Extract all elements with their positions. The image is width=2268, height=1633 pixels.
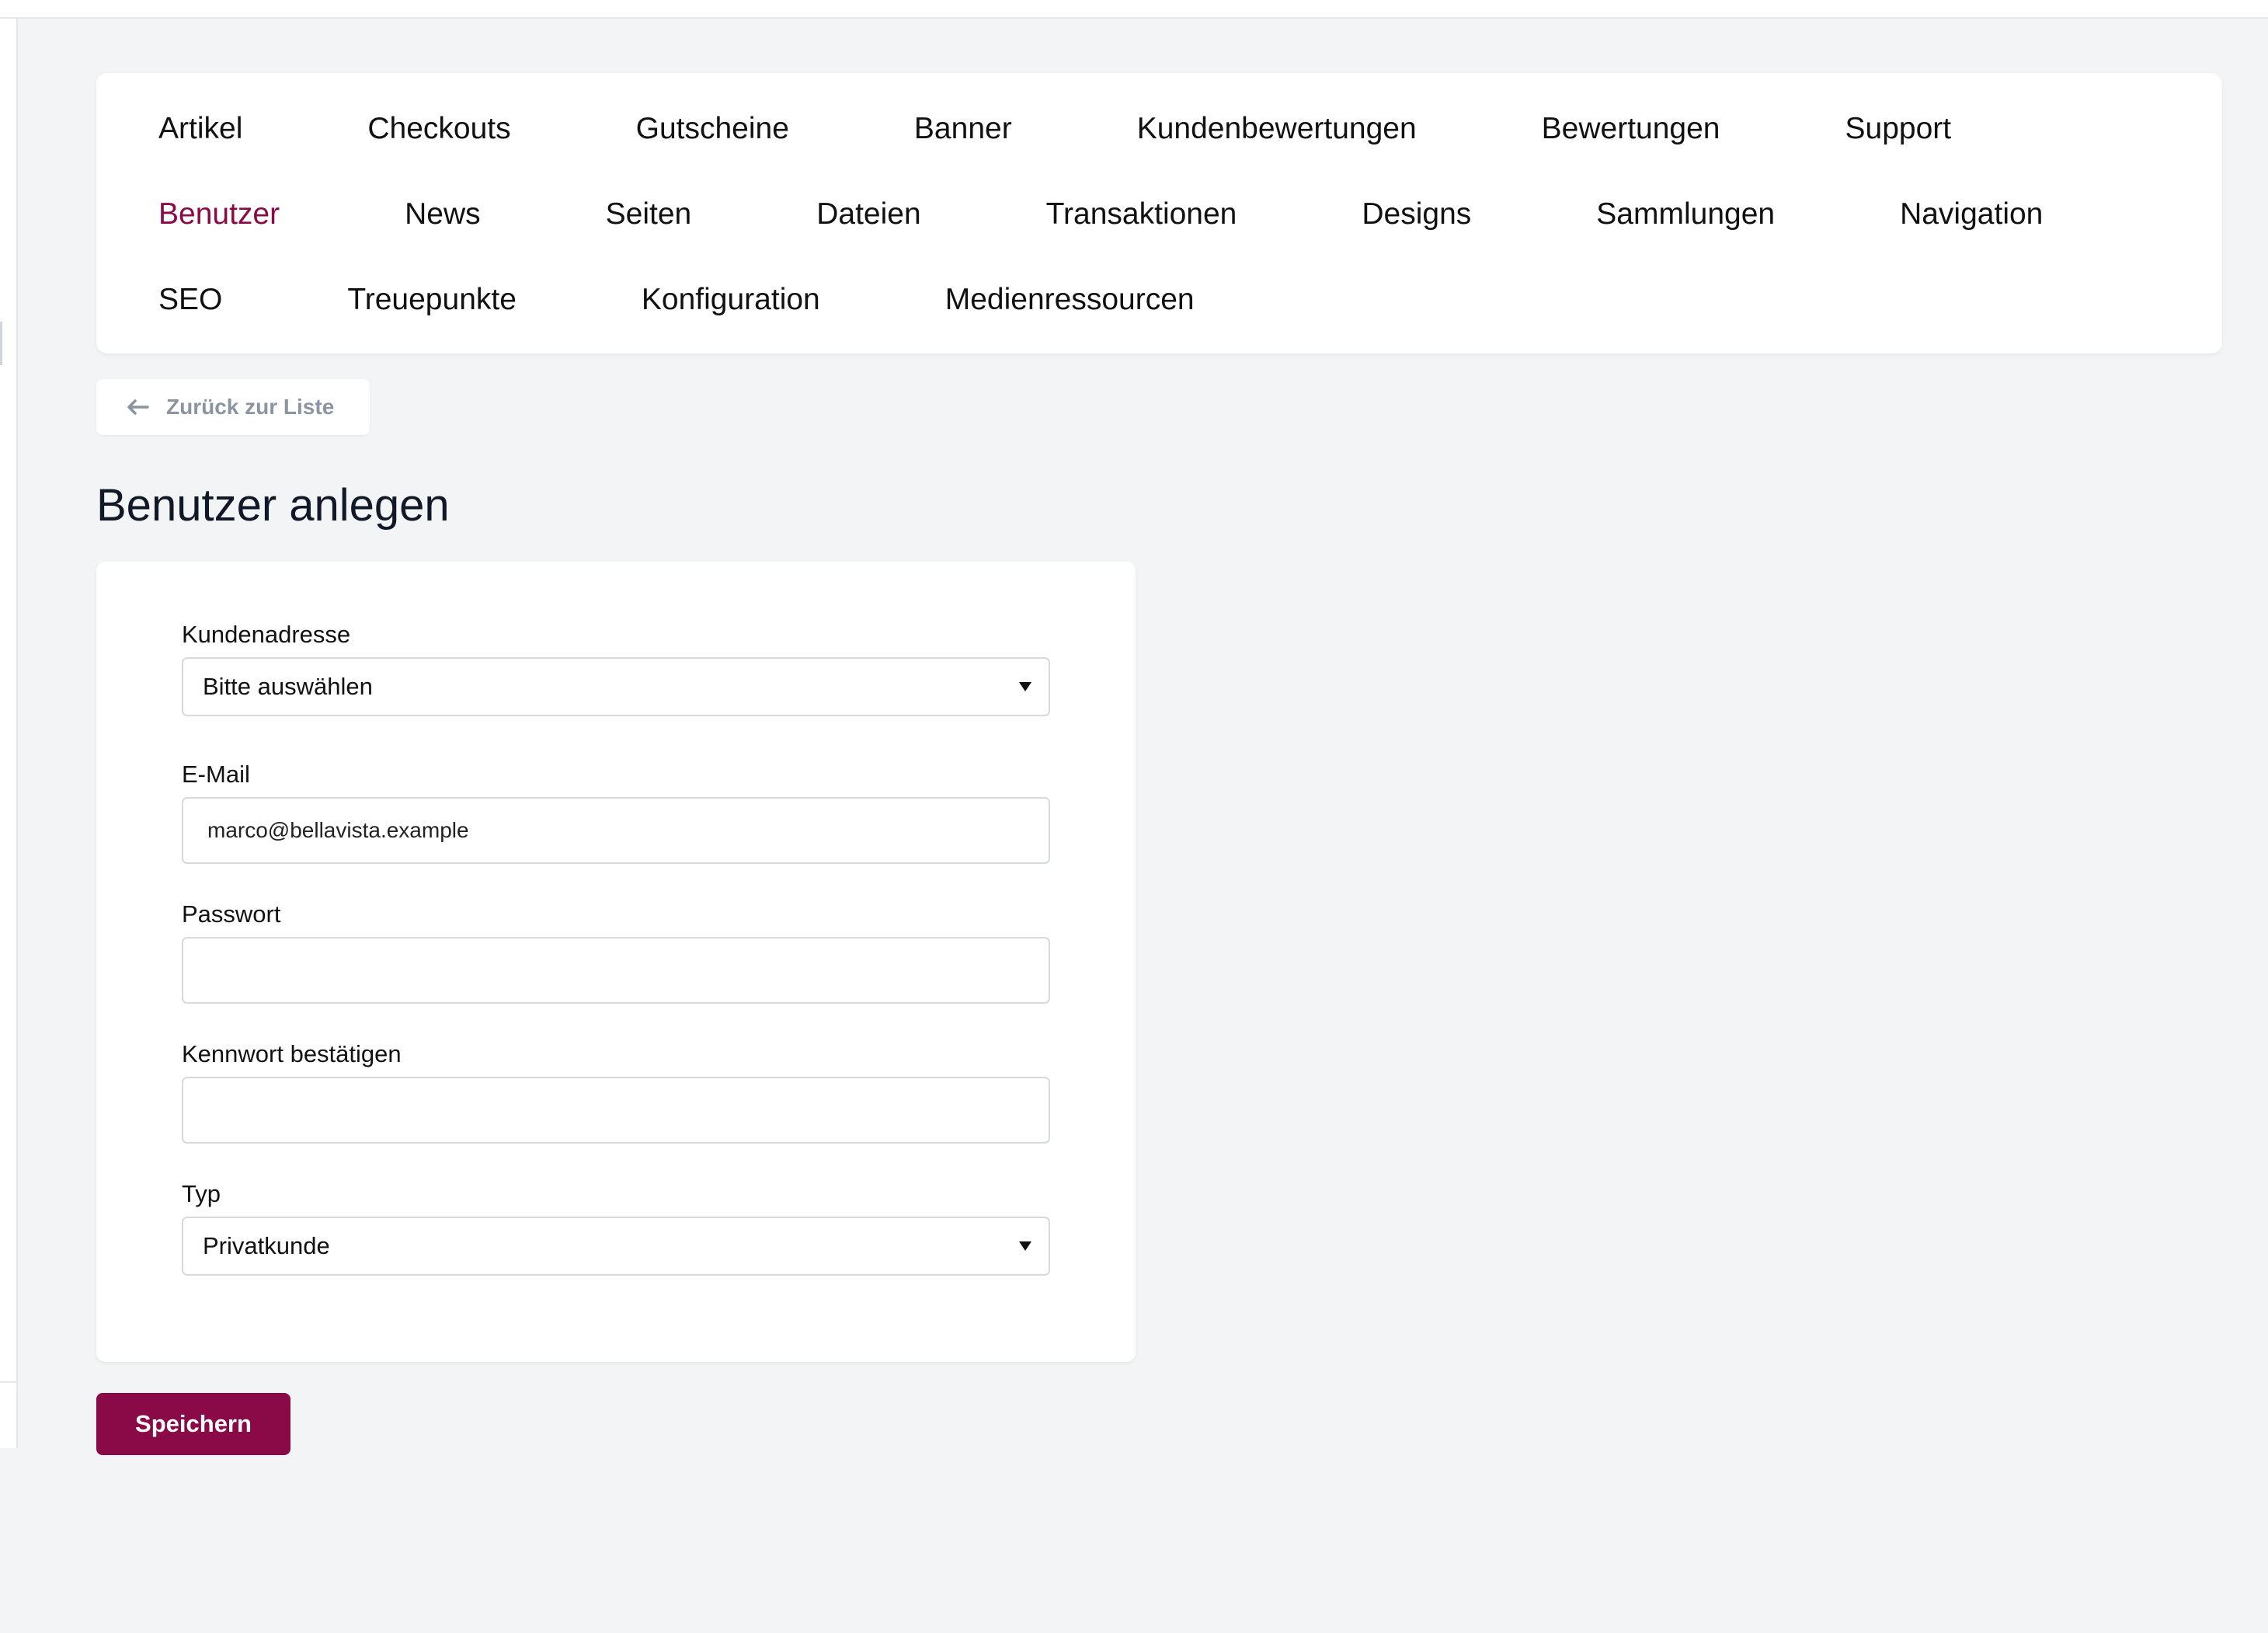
nav-item-bewertungen[interactable]: Bewertungen [1542,110,1720,148]
nav-item-news[interactable]: News [405,196,481,233]
typ-select[interactable]: Privatkunde [182,1217,1050,1276]
left-rail [0,19,18,1448]
field-email: E-Mail marco@bellavista.example [182,760,1050,864]
back-to-list-button[interactable]: Zurück zur Liste [96,379,370,435]
save-button[interactable]: Speichern [96,1393,290,1455]
dropdown-caret-icon [1019,682,1031,691]
nav-item-banner[interactable]: Banner [914,110,1012,148]
nav-item-kundenbewertungen[interactable]: Kundenbewertungen [1137,110,1417,148]
nav-row-2: Benutzer News Seiten Dateien Transaktion… [158,196,2168,233]
email-field-value: marco@bellavista.example [207,818,469,842]
left-rail-divider [0,1381,16,1383]
nav-item-dateien[interactable]: Dateien [816,196,920,233]
dropdown-caret-icon [1019,1241,1031,1251]
nav-item-gutscheine[interactable]: Gutscheine [636,110,789,148]
left-rail-tab[interactable] [0,322,2,365]
kundenadresse-label: Kundenadresse [182,621,351,648]
field-passwort: Passwort [182,900,1050,1004]
confirm-password-label: Kennwort bestätigen [182,1040,402,1067]
typ-label: Typ [182,1180,221,1207]
back-to-list-label: Zurück zur Liste [166,395,335,419]
field-kennwort-bestaetigen: Kennwort bestätigen [182,1039,1050,1144]
email-label: E-Mail [182,761,250,788]
confirm-password-field[interactable] [182,1077,1050,1144]
page-title: Benutzer anlegen [96,480,450,531]
arrow-left-icon [126,395,149,419]
nav-item-checkouts[interactable]: Checkouts [367,110,510,148]
nav-item-benutzer[interactable]: Benutzer [158,196,280,233]
nav-item-sammlungen[interactable]: Sammlungen [1596,196,1775,233]
top-bar [0,0,2268,19]
nav-item-designs[interactable]: Designs [1362,196,1471,233]
create-user-form: Kundenadresse Bitte auswählen E-Mail mar… [96,562,1136,1362]
nav-item-transaktionen[interactable]: Transaktionen [1046,196,1237,233]
nav-item-treuepunkte[interactable]: Treuepunkte [347,281,517,319]
email-field[interactable]: marco@bellavista.example [182,797,1050,864]
nav-row-1: Artikel Checkouts Gutscheine Banner Kund… [158,110,2076,148]
nav-item-support[interactable]: Support [1845,110,1952,148]
nav-item-seo[interactable]: SEO [158,281,222,319]
kundenadresse-selected-value: Bitte auswählen [203,673,373,700]
field-typ: Typ Privatkunde [182,1179,1050,1276]
nav-item-seiten[interactable]: Seiten [606,196,692,233]
nav-item-navigation[interactable]: Navigation [1900,196,2043,233]
nav-item-konfiguration[interactable]: Konfiguration [642,281,820,319]
nav-row-3: SEO Treuepunkte Konfiguration Medienress… [158,281,1320,319]
typ-selected-value: Privatkunde [203,1232,330,1259]
kundenadresse-select[interactable]: Bitte auswählen [182,657,1050,716]
field-kundenadresse: Kundenadresse Bitte auswählen [182,620,1050,716]
nav-item-medienressourcen[interactable]: Medienressourcen [945,281,1195,319]
admin-navigation: Artikel Checkouts Gutscheine Banner Kund… [96,73,2222,353]
nav-item-artikel[interactable]: Artikel [158,110,242,148]
password-label: Passwort [182,900,281,928]
password-field[interactable] [182,937,1050,1004]
